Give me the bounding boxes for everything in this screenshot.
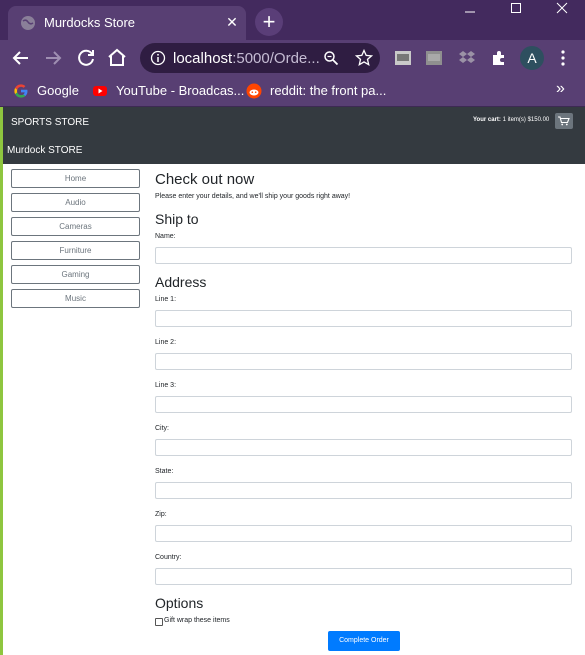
reload-icon[interactable] xyxy=(74,46,98,70)
cart-summary: Your cart: 1 item(s) $150.00 xyxy=(473,117,549,123)
browser-titlebar: Murdocks Store ✕ + xyxy=(0,0,585,40)
line2-label: Line 2: xyxy=(155,339,177,346)
category-button-audio[interactable]: Audio xyxy=(11,193,140,212)
tab-title: Murdocks Store xyxy=(44,15,136,30)
line2-input[interactable] xyxy=(155,353,572,370)
line3-input[interactable] xyxy=(155,396,572,413)
city-label: City: xyxy=(155,425,169,432)
youtube-icon xyxy=(93,86,107,96)
home-icon[interactable] xyxy=(105,46,129,70)
forward-arrow-icon[interactable] xyxy=(41,46,65,70)
shopping-cart-icon xyxy=(558,116,570,126)
maximize-icon xyxy=(511,3,521,13)
puzzle-extensions-icon[interactable] xyxy=(490,49,508,67)
address-bar[interactable]: localhost:5000/Orde... xyxy=(140,43,380,73)
name-label: Name: xyxy=(155,233,176,240)
site-header: SPORTS STORE Your cart: 1 item(s) $150.0… xyxy=(3,107,585,164)
gift-wrap-checkbox[interactable] xyxy=(155,618,163,626)
cart-summary-label: Your cart: xyxy=(473,117,501,123)
bookmark-reddit[interactable]: reddit: the front pa... xyxy=(246,80,386,102)
profile-avatar[interactable]: A xyxy=(520,46,544,70)
kebab-menu-icon[interactable] xyxy=(556,49,570,67)
line1-label: Line 1: xyxy=(155,296,177,303)
globe-icon xyxy=(21,16,35,30)
maximize-button[interactable] xyxy=(493,0,539,22)
page-edge-accent xyxy=(0,107,3,655)
close-window-button[interactable] xyxy=(539,0,585,22)
page-title: Check out now xyxy=(155,171,255,188)
gift-wrap-label: Gift wrap these items xyxy=(164,617,230,624)
checkout-intro: Please enter your details, and we'll shi… xyxy=(155,193,351,200)
bookmark-label: reddit: the front pa... xyxy=(270,83,387,98)
state-input[interactable] xyxy=(155,482,572,499)
category-button-home[interactable]: Home xyxy=(11,169,140,188)
yii-extension-icon[interactable] xyxy=(425,49,443,67)
browser-tab[interactable]: Murdocks Store ✕ xyxy=(8,6,246,40)
bookmark-label: YouTube - Broadcas... xyxy=(116,83,245,98)
bookmarks-bar: Google YouTube - Broadcas... reddit: the… xyxy=(0,76,585,107)
country-input[interactable] xyxy=(155,568,572,585)
zoom-icon[interactable] xyxy=(323,50,339,66)
minimize-icon xyxy=(465,11,475,13)
back-arrow-icon[interactable] xyxy=(9,46,33,70)
zip-input[interactable] xyxy=(155,525,572,542)
store-subbrand: Murdock STORE xyxy=(7,145,83,156)
bookmark-youtube[interactable]: YouTube - Broadcas... xyxy=(92,80,245,102)
ship-to-heading: Ship to xyxy=(155,211,199,227)
category-button-gaming[interactable]: Gaming xyxy=(11,265,140,284)
address-heading: Address xyxy=(155,274,207,290)
info-icon[interactable] xyxy=(150,50,166,66)
bookmark-google[interactable]: Google xyxy=(13,80,83,102)
zip-label: Zip: xyxy=(155,511,167,518)
cart-button[interactable] xyxy=(555,113,573,129)
line3-label: Line 3: xyxy=(155,382,177,389)
country-label: Country: xyxy=(155,554,182,561)
store-brand: SPORTS STORE xyxy=(11,117,89,128)
city-input[interactable] xyxy=(155,439,572,456)
options-heading: Options xyxy=(155,595,204,611)
category-button-cameras[interactable]: Cameras xyxy=(11,217,140,236)
more-bookmarks-icon[interactable]: » xyxy=(556,80,565,98)
complete-order-button[interactable]: Complete Order xyxy=(328,631,400,651)
close-icon xyxy=(556,2,568,14)
new-tab-button[interactable]: + xyxy=(255,8,283,36)
bookmark-star-icon[interactable] xyxy=(355,49,373,67)
reddit-icon xyxy=(246,83,262,99)
css-extension-icon[interactable] xyxy=(394,49,412,67)
state-label: State: xyxy=(155,468,174,475)
cart-summary-value: 1 item(s) $150.00 xyxy=(502,117,550,123)
name-input[interactable] xyxy=(155,247,572,264)
line1-input[interactable] xyxy=(155,310,572,327)
url-text: localhost:5000/Orde... xyxy=(173,50,320,67)
google-icon xyxy=(14,84,28,98)
category-button-music[interactable]: Music xyxy=(11,289,140,308)
minimize-button[interactable] xyxy=(447,0,493,22)
close-tab-icon[interactable]: ✕ xyxy=(224,14,240,30)
browser-toolbar: localhost:5000/Orde... A xyxy=(0,40,585,76)
category-button-furniture[interactable]: Furniture xyxy=(11,241,140,260)
bookmark-label: Google xyxy=(37,83,79,98)
dropbox-icon[interactable] xyxy=(458,49,476,67)
